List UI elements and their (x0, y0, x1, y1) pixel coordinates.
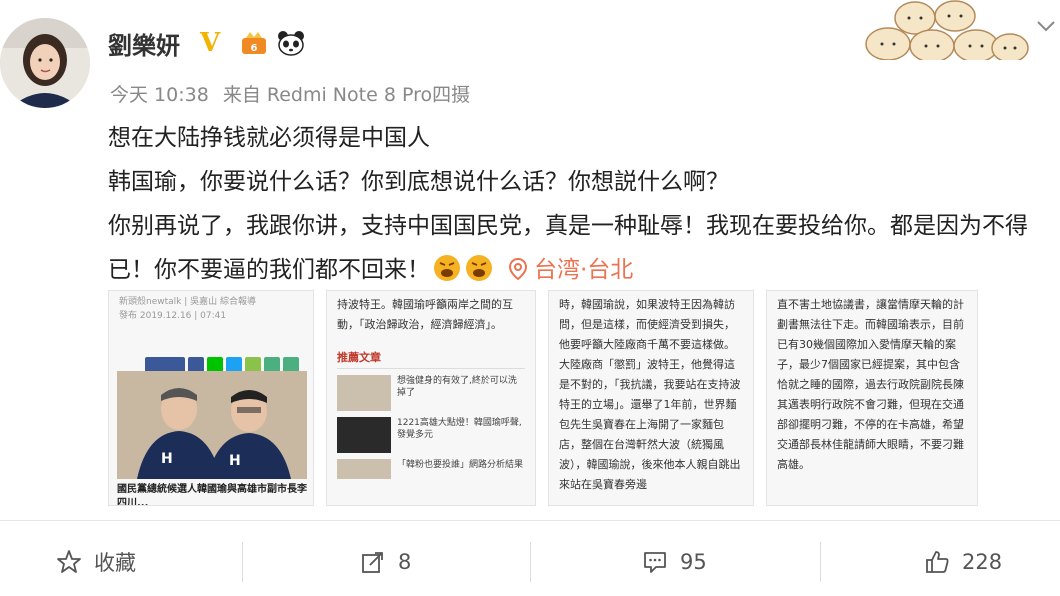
post-text: 想在大陆挣钱就必须得是中国人 韩国瑜，你要说什么话？你到底想说什么话？你想説什么… (108, 116, 1048, 292)
recommended-item: 想強健身的有效了,終於可以洗掉了 (337, 375, 525, 411)
article-text: 直不害土地協議書，讓當情摩天輪的計劃書無法往下走。而韓國瑜表示，目前已有30幾個… (777, 298, 964, 471)
repost-button[interactable]: 8 (360, 530, 411, 594)
recommended-title: 推薦文章 (337, 349, 525, 369)
image-grid: 新頭殼newtalk | 吳嘉山 綜合報導 發布 2019.12.16 | 07… (108, 290, 978, 506)
repost-count: 8 (398, 550, 412, 574)
recommended-item: 「韓粉也要投誰」網路分析結果 (337, 459, 525, 479)
action-bar: 收藏 8 95 228 (0, 530, 1060, 594)
post-line: 韩国瑜，你要说什么话？你到底想说什么话？你想説什么啊？ (108, 169, 729, 195)
favorite-label: 收藏 (94, 551, 136, 575)
news-photo: H H (117, 371, 307, 479)
location-text: 台湾·台北 (534, 257, 634, 283)
location-pin-icon (508, 252, 528, 281)
post-time: 今天 10:38 (110, 84, 209, 106)
thumbnail (337, 375, 391, 411)
post-meta: 今天 10:38 来自 Redmi Note 8 Pro四摄 (110, 80, 478, 107)
post-line: 想在大陆挣钱就必须得是中国人 (108, 125, 430, 151)
star-icon (57, 550, 81, 573)
separator (820, 542, 821, 582)
post-image-3[interactable]: 時，韓國瑜說，如果波特王因為韓訪問，但是這樣，而使經濟受到損失，他要呼籲大陸廠商… (548, 290, 754, 506)
recommended-text: 1221高雄大點燈！韓國瑜呼聲,發覺多元 (397, 418, 522, 440)
separator (530, 542, 531, 582)
comment-icon (644, 552, 666, 573)
member-badge-icon[interactable]: 6 (240, 30, 268, 56)
thumbnail (337, 459, 391, 479)
angry-emoji-icon (432, 253, 462, 283)
article-text: 時，韓國瑜說，如果波特王因為韓訪問，但是這樣，而使經濟受到損失，他要呼籲大陸廠商… (559, 298, 741, 491)
panda-badge-icon[interactable] (276, 30, 306, 56)
thumbnail (337, 417, 391, 453)
repost-icon (362, 552, 383, 573)
location-link[interactable]: 台湾·台北 (508, 257, 633, 283)
like-button[interactable]: 228 (924, 530, 1002, 594)
article-text: 持波特王。韓國瑜呼籲兩岸之間的互動，「政治歸政治，經濟歸經濟」。 (337, 298, 513, 331)
divider (0, 520, 1060, 521)
post-line-last: 你别再说了，我跟你讲，支持中国国民党，真是一种耻辱！我现在要投给你。都是因为不得… (108, 204, 1048, 292)
svg-text:H: H (229, 453, 241, 469)
like-count: 228 (962, 550, 1003, 574)
username[interactable]: 劉樂妍 (108, 26, 180, 61)
separator (242, 542, 243, 582)
avatar[interactable] (0, 18, 90, 108)
comment-button[interactable]: 95 (642, 530, 707, 594)
comment-count: 95 (680, 550, 707, 574)
photo-caption: 國民黨總統候選人韓國瑜與高雄市副市長李四川... (117, 484, 307, 506)
svg-text:H: H (161, 451, 173, 467)
post-image-4[interactable]: 直不害土地協議書，讓當情摩天輪的計劃書無法往下走。而韓國瑜表示，目前已有30幾個… (766, 290, 978, 506)
recommended-item: 1221高雄大點燈！韓國瑜呼聲,發覺多元 (337, 417, 525, 453)
verified-badge-icon[interactable]: V (200, 28, 220, 58)
decoration-buns-icon (860, 0, 1030, 63)
post-source[interactable]: 来自 Redmi Note 8 Pro四摄 (223, 84, 470, 106)
thumbs-up-icon (926, 551, 949, 573)
angry-emoji-icon (464, 253, 494, 283)
post-image-1[interactable]: 新頭殼newtalk | 吳嘉山 綜合報導 發布 2019.12.16 | 07… (108, 290, 314, 506)
article-date: 發布 2019.12.16 | 07:41 (119, 311, 227, 321)
chevron-down-icon[interactable] (1036, 18, 1056, 32)
favorite-button[interactable]: 收藏 (56, 530, 136, 594)
post-image-2[interactable]: 持波特王。韓國瑜呼籲兩岸之間的互動，「政治歸政治，經濟歸經濟」。 推薦文章 想強… (326, 290, 536, 506)
recommended-text: 想強健身的有效了,終於可以洗掉了 (397, 376, 517, 398)
recommended-text: 「韓粉也要投誰」網路分析結果 (397, 460, 524, 470)
svg-text:6: 6 (251, 43, 258, 54)
